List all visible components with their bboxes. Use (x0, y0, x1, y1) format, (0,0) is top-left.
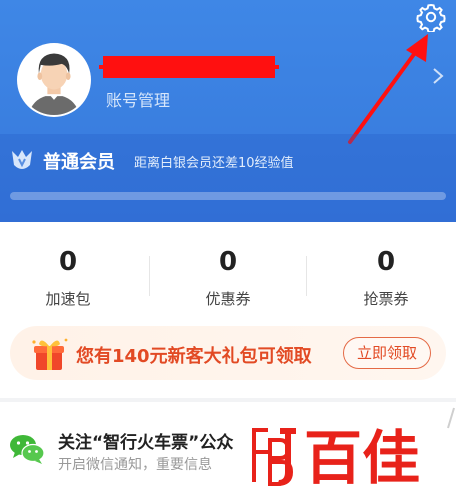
stat-divider (149, 256, 150, 296)
stat-label: 抢票券 (363, 290, 409, 308)
gear-icon[interactable] (416, 2, 446, 32)
wechat-icon (10, 435, 45, 464)
gift-icon (32, 338, 68, 370)
wechat-card-subtitle: 开启微信通知，重要信息 (58, 457, 212, 473)
stat-label: 优惠券 (205, 290, 251, 308)
new-user-gift-banner[interactable]: 您有140元新客大礼包可领取 立即领取 (10, 326, 446, 380)
stat-value: 0 (58, 247, 78, 277)
annotation-arrow (348, 34, 428, 144)
experience-progress-bar (10, 192, 446, 200)
claim-now-button[interactable]: 立即领取 (343, 337, 431, 369)
stat-divider (306, 256, 307, 296)
avatar-illustration (19, 45, 89, 115)
avatar[interactable] (17, 43, 91, 117)
stat-value: 0 (218, 247, 238, 277)
account-management-link[interactable]: 账号管理 (106, 87, 170, 111)
level-progress-hint: 距离白银会员还差10经验值 (134, 156, 294, 171)
promo-text: 您有140元新客大礼包可领取 (76, 346, 312, 367)
stat-speedup-pack[interactable]: 0 加速包 (0, 246, 144, 309)
username-redaction (99, 56, 279, 78)
stat-ticket-grab[interactable]: 0 抢票券 (310, 246, 456, 309)
wechat-card-title: 关注“智行火车票”公众 (58, 433, 234, 453)
stat-value: 0 (376, 247, 396, 277)
member-level[interactable]: 普通会员 (43, 148, 115, 174)
stat-coupons[interactable]: 0 优惠券 (152, 246, 304, 309)
stat-label: 加速包 (45, 290, 91, 308)
watermark-logo: 百佳 (248, 424, 420, 492)
watermark-text: 百佳 (304, 424, 420, 492)
crown-icon (12, 150, 32, 169)
